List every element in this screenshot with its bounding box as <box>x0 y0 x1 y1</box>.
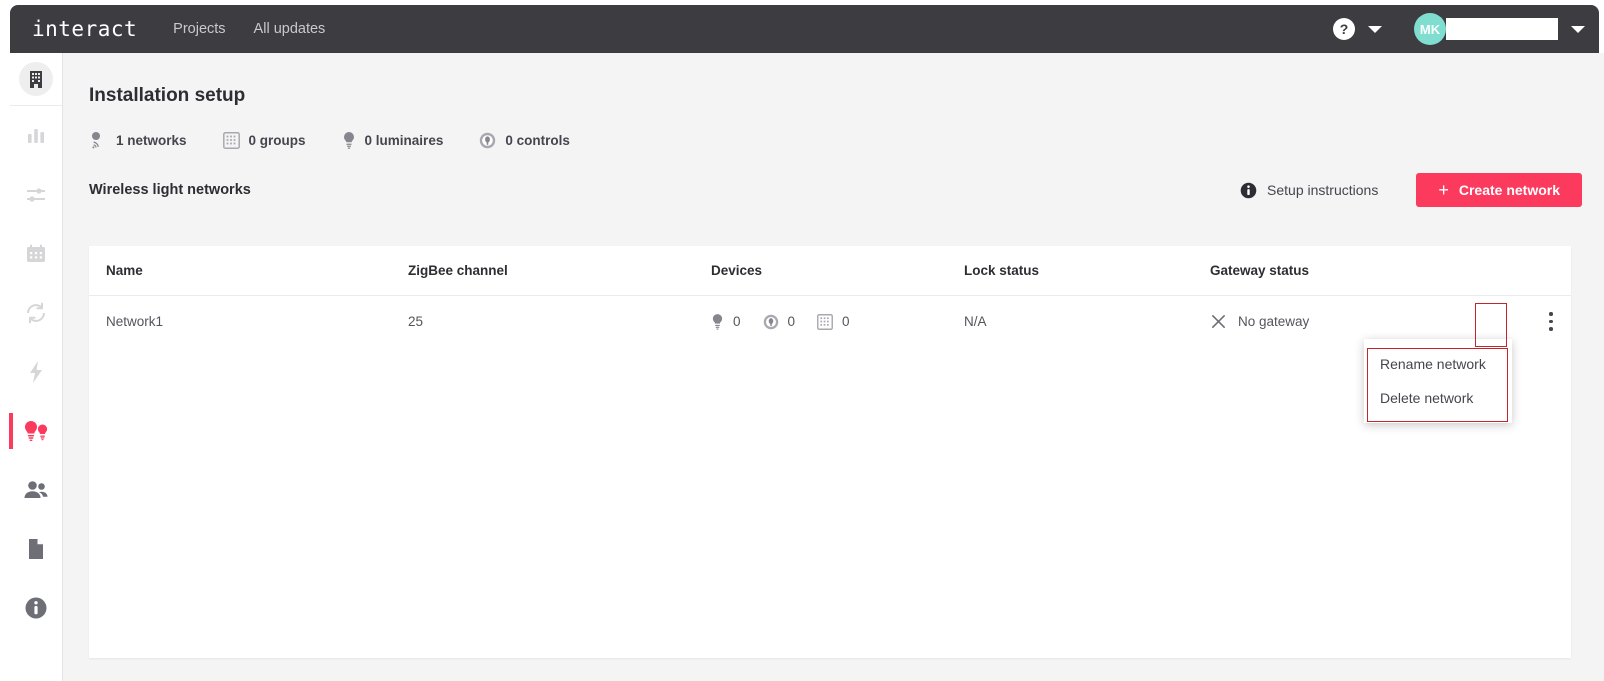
cell-lock-status: N/A <box>964 314 987 329</box>
sidebar-item-users[interactable] <box>10 460 62 519</box>
network-icon <box>92 132 100 149</box>
topbar-right-group: ? MK <box>1333 13 1585 45</box>
help-icon[interactable]: ? <box>1333 18 1355 40</box>
avatar[interactable]: MK <box>1414 13 1446 45</box>
control-icon <box>480 132 496 148</box>
close-x-icon <box>1212 315 1225 328</box>
section-title: Wireless light networks <box>89 182 251 198</box>
info-icon <box>1240 182 1257 198</box>
setup-instructions-label: Setup instructions <box>1267 182 1379 198</box>
kebab-dot <box>1549 319 1553 324</box>
info-icon <box>25 597 47 618</box>
device-count-groups-value: 0 <box>842 314 850 329</box>
sidebar-item-sync[interactable] <box>10 283 62 342</box>
create-network-label: Create network <box>1458 182 1560 198</box>
column-header-gateway-status: Gateway status <box>1210 263 1310 278</box>
sync-refresh-icon <box>27 302 45 323</box>
device-count-controls: 0 <box>763 314 796 330</box>
top-header-bar: interact Projects All updates ? MK <box>10 5 1599 53</box>
kebab-dot <box>1549 312 1553 316</box>
cell-devices: 0 0 0 <box>711 313 964 330</box>
cell-zigbee-channel: 25 <box>408 314 424 329</box>
menu-item-rename-network[interactable]: Rename network <box>1364 347 1512 381</box>
control-icon <box>763 314 778 329</box>
section-header-row: Wireless light networks Setup instructio… <box>63 149 1604 207</box>
column-header-zigbee-channel: ZigBee channel <box>408 263 508 278</box>
cell-gateway-status: No gateway <box>1210 313 1485 330</box>
page-title: Installation setup <box>89 85 246 106</box>
stat-luminaires-label: 0 luminaires <box>364 132 444 148</box>
device-count-luminaires-value: 0 <box>733 314 741 329</box>
interact-logo[interactable]: interact <box>32 17 137 41</box>
column-header-name: Name <box>106 263 143 278</box>
account-name-redacted <box>1446 18 1558 40</box>
sidebar-item-settings[interactable] <box>10 165 62 224</box>
people-icon <box>24 480 48 498</box>
stat-luminaires: 0 luminaires <box>342 131 444 149</box>
sidebar-item-schedules[interactable] <box>10 224 62 283</box>
cell-gateway-status-label: No gateway <box>1238 314 1310 329</box>
document-icon <box>29 538 43 559</box>
stat-networks-label: 1 networks <box>116 132 187 148</box>
calendar-icon <box>27 244 45 262</box>
sidebar-item-about[interactable] <box>10 578 62 637</box>
nav-link-projects[interactable]: Projects <box>173 21 225 37</box>
stat-controls-label: 0 controls <box>505 132 570 148</box>
sidebar <box>9 53 63 681</box>
installation-stats-row: 1 networks 0 groups 0 luminaires 0 contr… <box>63 107 1604 149</box>
row-menu-kebab-button[interactable] <box>1536 301 1566 343</box>
cell-network-name: Network1 <box>106 314 164 329</box>
sidebar-item-energy[interactable] <box>10 342 62 401</box>
app-root: interact Projects All updates ? MK Insta… <box>0 0 1604 681</box>
sliders-icon <box>27 187 45 202</box>
create-network-button[interactable]: + Create network <box>1416 173 1582 207</box>
bulbs-icon <box>25 420 48 441</box>
column-header-lock-status: Lock status <box>964 263 1040 278</box>
account-chevron-down-icon[interactable] <box>1571 25 1585 33</box>
kebab-dot <box>1549 327 1553 331</box>
sidebar-item-installation[interactable] <box>10 53 62 106</box>
table-header-row: Name ZigBee channel Devices Lock status … <box>89 246 1571 296</box>
luminaire-bulb-icon <box>343 132 354 149</box>
nav-link-all-updates[interactable]: All updates <box>254 21 326 37</box>
bar-chart-icon <box>28 128 44 143</box>
networks-table-card: Name ZigBee channel Devices Lock status … <box>89 246 1571 658</box>
sidebar-item-analytics[interactable] <box>10 106 62 165</box>
stat-groups-label: 0 groups <box>248 132 306 148</box>
stat-networks: 1 networks <box>89 131 187 149</box>
plus-icon: + <box>1438 180 1449 200</box>
cell-row-actions <box>1485 301 1571 343</box>
setup-instructions-link[interactable]: Setup instructions <box>1240 182 1378 199</box>
device-count-luminaires: 0 <box>711 313 741 330</box>
menu-item-delete-network[interactable]: Delete network <box>1364 381 1512 415</box>
table-row: Network1 25 0 0 0 N/A No gateway <box>89 296 1571 347</box>
help-chevron-down-icon[interactable] <box>1368 25 1382 33</box>
sidebar-item-lighting[interactable] <box>9 401 62 460</box>
row-context-menu: Rename network Delete network <box>1364 339 1512 423</box>
groups-grid-icon <box>222 131 240 149</box>
groups-grid-icon <box>817 313 833 330</box>
lightning-bolt-icon <box>30 360 42 383</box>
stat-groups: 0 groups <box>222 131 306 149</box>
building-icon <box>19 62 53 96</box>
luminaire-bulb-icon <box>712 314 723 330</box>
device-count-controls-value: 0 <box>787 314 796 329</box>
stat-controls: 0 controls <box>479 132 570 149</box>
column-header-devices: Devices <box>711 263 763 278</box>
device-count-groups: 0 <box>817 313 850 330</box>
sidebar-item-reports[interactable] <box>10 519 62 578</box>
section-actions: Setup instructions + Create network <box>1240 173 1582 207</box>
